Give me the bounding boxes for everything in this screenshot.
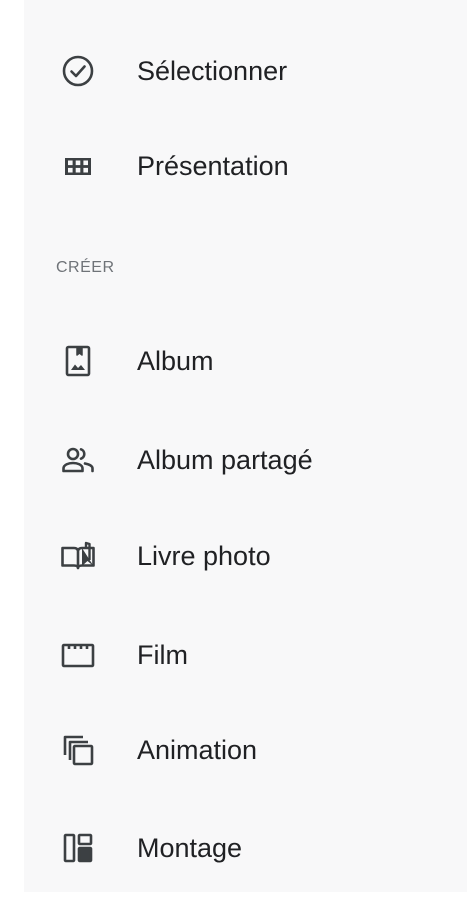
animation-icon bbox=[60, 732, 96, 768]
menu-item-label: Présentation bbox=[137, 151, 289, 181]
menu-item-collage[interactable]: Montage bbox=[24, 808, 467, 888]
menu-item-label: Montage bbox=[137, 833, 243, 863]
photo-book-icon bbox=[60, 538, 96, 574]
menu-item-label: Album bbox=[137, 346, 214, 376]
menu-item-select[interactable]: Sélectionner bbox=[24, 31, 467, 111]
menu-item-label: Album partagé bbox=[137, 445, 313, 475]
menu-item-label: Film bbox=[137, 640, 188, 670]
menu-item-movie[interactable]: Film bbox=[24, 615, 467, 695]
check-circle-icon bbox=[60, 53, 96, 89]
menu-item-label: Animation bbox=[137, 735, 258, 765]
menu-item-presentation[interactable]: Présentation bbox=[24, 126, 467, 206]
collage-icon bbox=[60, 830, 96, 866]
menu-item-label: Livre photo bbox=[137, 541, 271, 571]
overflow-menu: Sélectionner Présentation CRÉER Album Al… bbox=[24, 0, 467, 892]
menu-item-album[interactable]: Album bbox=[24, 321, 467, 401]
menu-item-label: Sélectionner bbox=[137, 56, 288, 86]
section-header-create: CRÉER bbox=[56, 259, 115, 276]
movie-icon bbox=[60, 637, 96, 673]
menu-item-animation[interactable]: Animation bbox=[24, 710, 467, 790]
menu-item-shared-album[interactable]: Album partagé bbox=[24, 420, 467, 500]
album-icon bbox=[60, 343, 96, 379]
menu-item-photo-book[interactable]: Livre photo bbox=[24, 516, 467, 596]
shared-album-icon bbox=[60, 442, 96, 478]
grid-view-icon bbox=[60, 148, 96, 184]
